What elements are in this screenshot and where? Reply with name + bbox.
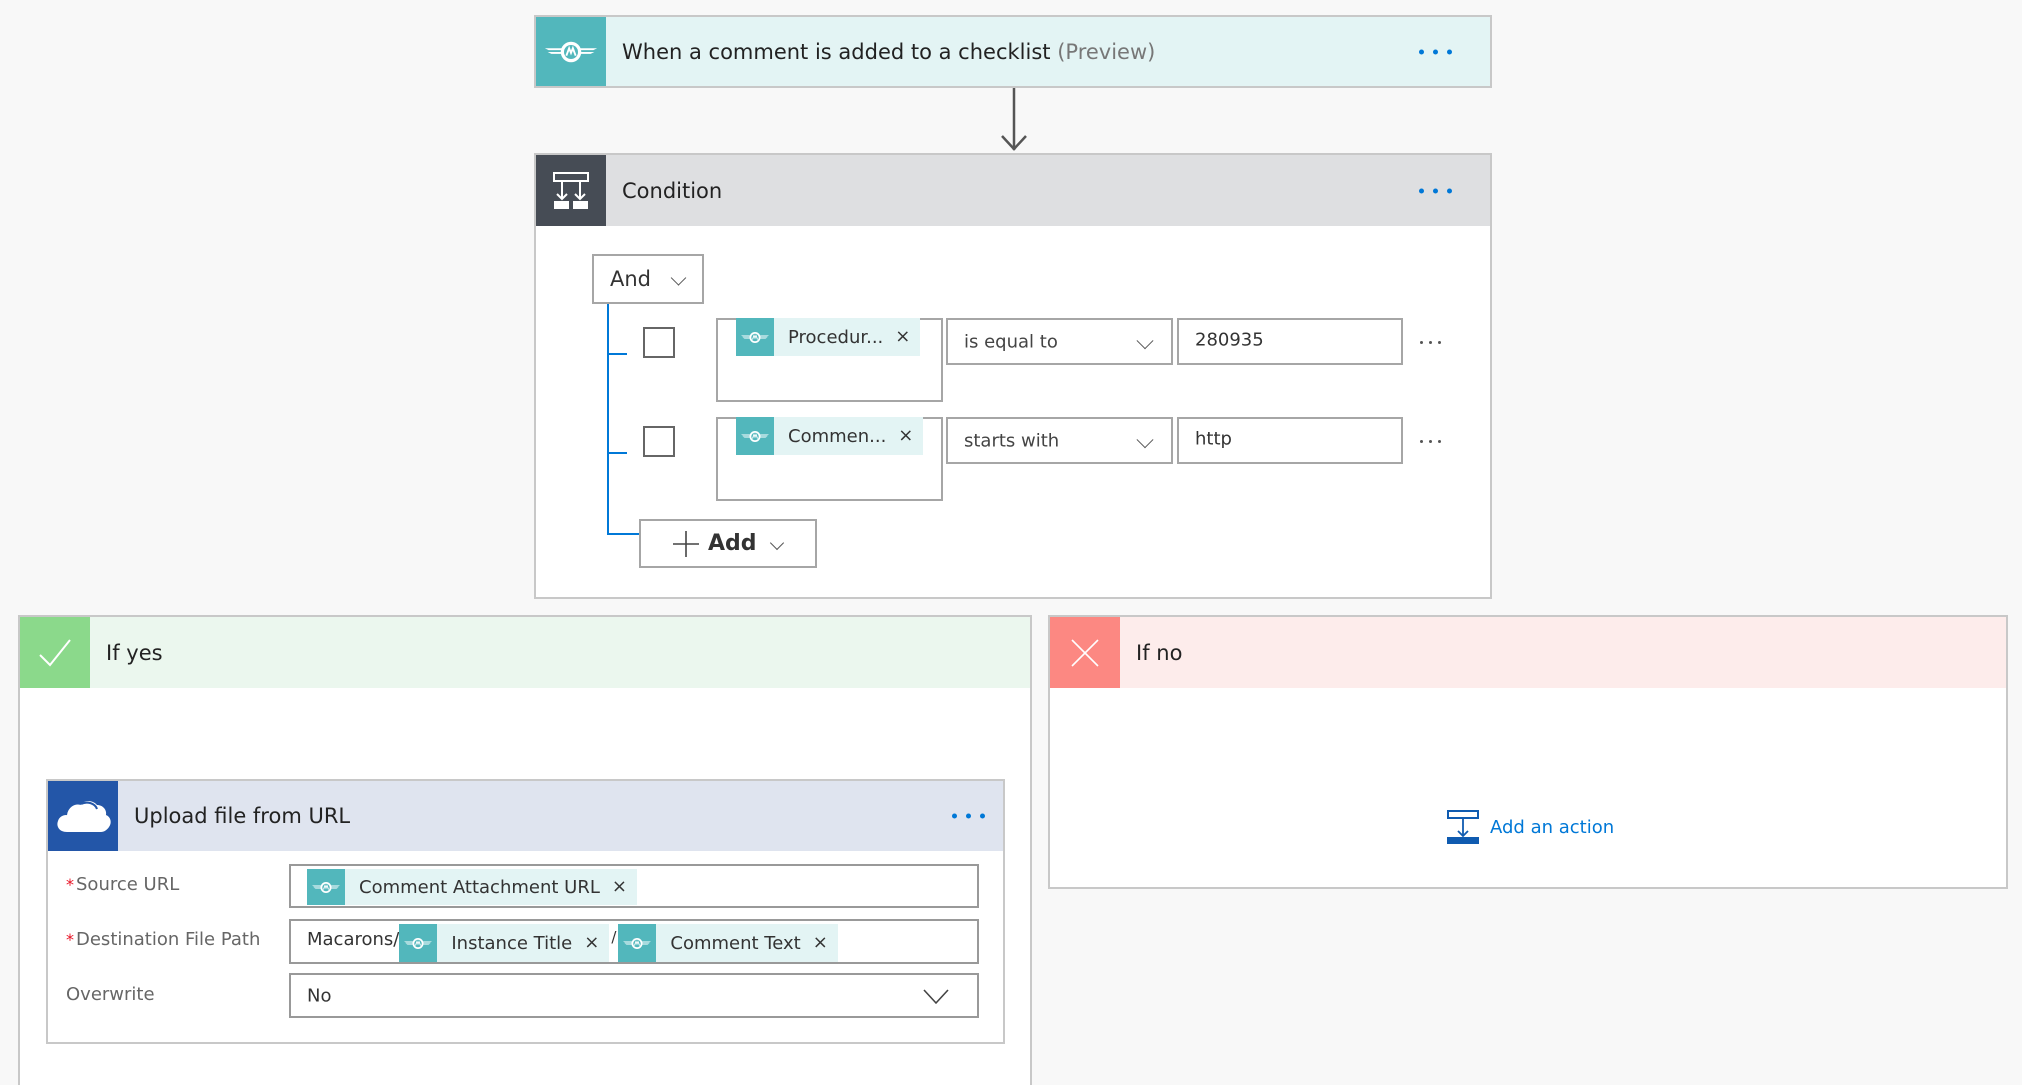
- if-no-header[interactable]: If no: [1050, 617, 2006, 688]
- operator-dropdown[interactable]: is equal to: [946, 318, 1173, 365]
- left-operand-field[interactable]: Commen... ×: [716, 417, 943, 501]
- checkmark-icon: [20, 617, 90, 688]
- tree-branch-row-2: [607, 452, 627, 454]
- if-yes-header[interactable]: If yes: [20, 617, 1030, 688]
- row-more-options-button[interactable]: [1420, 341, 1441, 344]
- preview-tag: (Preview): [1057, 39, 1156, 64]
- tree-branch-add: [607, 533, 641, 535]
- remove-token-icon[interactable]: ×: [813, 934, 828, 952]
- overwrite-label: Overwrite: [66, 984, 155, 1005]
- dynamic-content-token[interactable]: Procedur... ×: [736, 318, 921, 356]
- trigger-more-options-button[interactable]: [1419, 49, 1452, 54]
- remove-token-icon[interactable]: ×: [612, 878, 627, 896]
- chevron-down-icon: [923, 989, 949, 1005]
- group-tree-line: [607, 304, 609, 535]
- process-street-wing-icon: [307, 869, 345, 905]
- condition-icon: [536, 155, 606, 226]
- trigger-card[interactable]: When a comment is added to a checklist (…: [534, 15, 1492, 88]
- row-select-checkbox[interactable]: [643, 327, 675, 358]
- close-icon: [1050, 617, 1120, 688]
- process-street-wing-icon: [536, 17, 606, 86]
- row-more-options-button[interactable]: [1420, 440, 1441, 443]
- source-url-label: * Source URL: [66, 874, 180, 895]
- remove-token-icon[interactable]: ×: [584, 934, 599, 952]
- upload-more-options-button[interactable]: [952, 813, 985, 819]
- group-operator-dropdown[interactable]: And: [592, 254, 704, 304]
- destination-prefix: Macarons/: [307, 929, 400, 950]
- chevron-down-icon: [1136, 430, 1154, 448]
- trigger-title: When a comment is added to a checklist (…: [622, 39, 1156, 64]
- chevron-down-icon: [1136, 331, 1154, 349]
- process-street-wing-icon: [736, 417, 774, 455]
- dynamic-content-token[interactable]: Comment Text ×: [618, 924, 838, 962]
- trigger-header[interactable]: When a comment is added to a checklist (…: [536, 17, 1490, 86]
- dynamic-content-token[interactable]: Instance Title ×: [399, 924, 610, 962]
- right-operand-input[interactable]: http: [1177, 417, 1403, 464]
- plus-icon: [673, 530, 699, 557]
- operator-dropdown[interactable]: starts with: [946, 417, 1173, 464]
- path-separator: /: [611, 928, 617, 946]
- overwrite-dropdown[interactable]: No: [289, 973, 979, 1018]
- row-select-checkbox[interactable]: [643, 426, 675, 457]
- add-an-action-label: Add an action: [1490, 816, 1615, 838]
- group-operator-value: And: [610, 267, 652, 291]
- source-url-field[interactable]: Comment Attachment URL ×: [289, 864, 979, 908]
- chevron-down-icon: [670, 270, 687, 286]
- upload-header[interactable]: Upload file from URL: [48, 781, 1003, 851]
- remove-token-icon[interactable]: ×: [895, 328, 910, 346]
- destination-path-label: * Destination File Path: [66, 929, 261, 950]
- dynamic-content-token[interactable]: Commen... ×: [736, 417, 924, 455]
- upload-title: Upload file from URL: [134, 804, 351, 828]
- connector-arrow-icon: [1001, 88, 1027, 151]
- process-street-wing-icon: [399, 924, 438, 962]
- chevron-down-icon: [769, 535, 785, 550]
- add-action-icon: [1447, 810, 1479, 844]
- dynamic-content-token[interactable]: Comment Attachment URL ×: [307, 869, 637, 905]
- remove-token-icon[interactable]: ×: [898, 427, 913, 445]
- add-an-action-button[interactable]: Add an action: [1446, 810, 1614, 844]
- process-street-wing-icon: [736, 318, 774, 356]
- condition-title: Condition: [622, 178, 723, 203]
- tree-branch-row-1: [607, 353, 627, 355]
- if-yes-title: If yes: [106, 640, 163, 665]
- if-no-title: If no: [1136, 640, 1183, 665]
- add-label: Add: [708, 531, 757, 556]
- if-no-branch: If no: [1048, 615, 2008, 889]
- onedrive-cloud-icon: [48, 781, 118, 851]
- process-street-wing-icon: [618, 924, 657, 962]
- left-operand-field[interactable]: Procedur... ×: [716, 318, 943, 402]
- condition-more-options-button[interactable]: [1419, 188, 1452, 193]
- right-operand-input[interactable]: 280935: [1177, 318, 1403, 365]
- destination-path-field[interactable]: Macarons/ Instance Title × / Comment Tex…: [289, 919, 979, 964]
- condition-header[interactable]: Condition: [536, 155, 1490, 226]
- add-condition-button[interactable]: Add: [639, 519, 817, 568]
